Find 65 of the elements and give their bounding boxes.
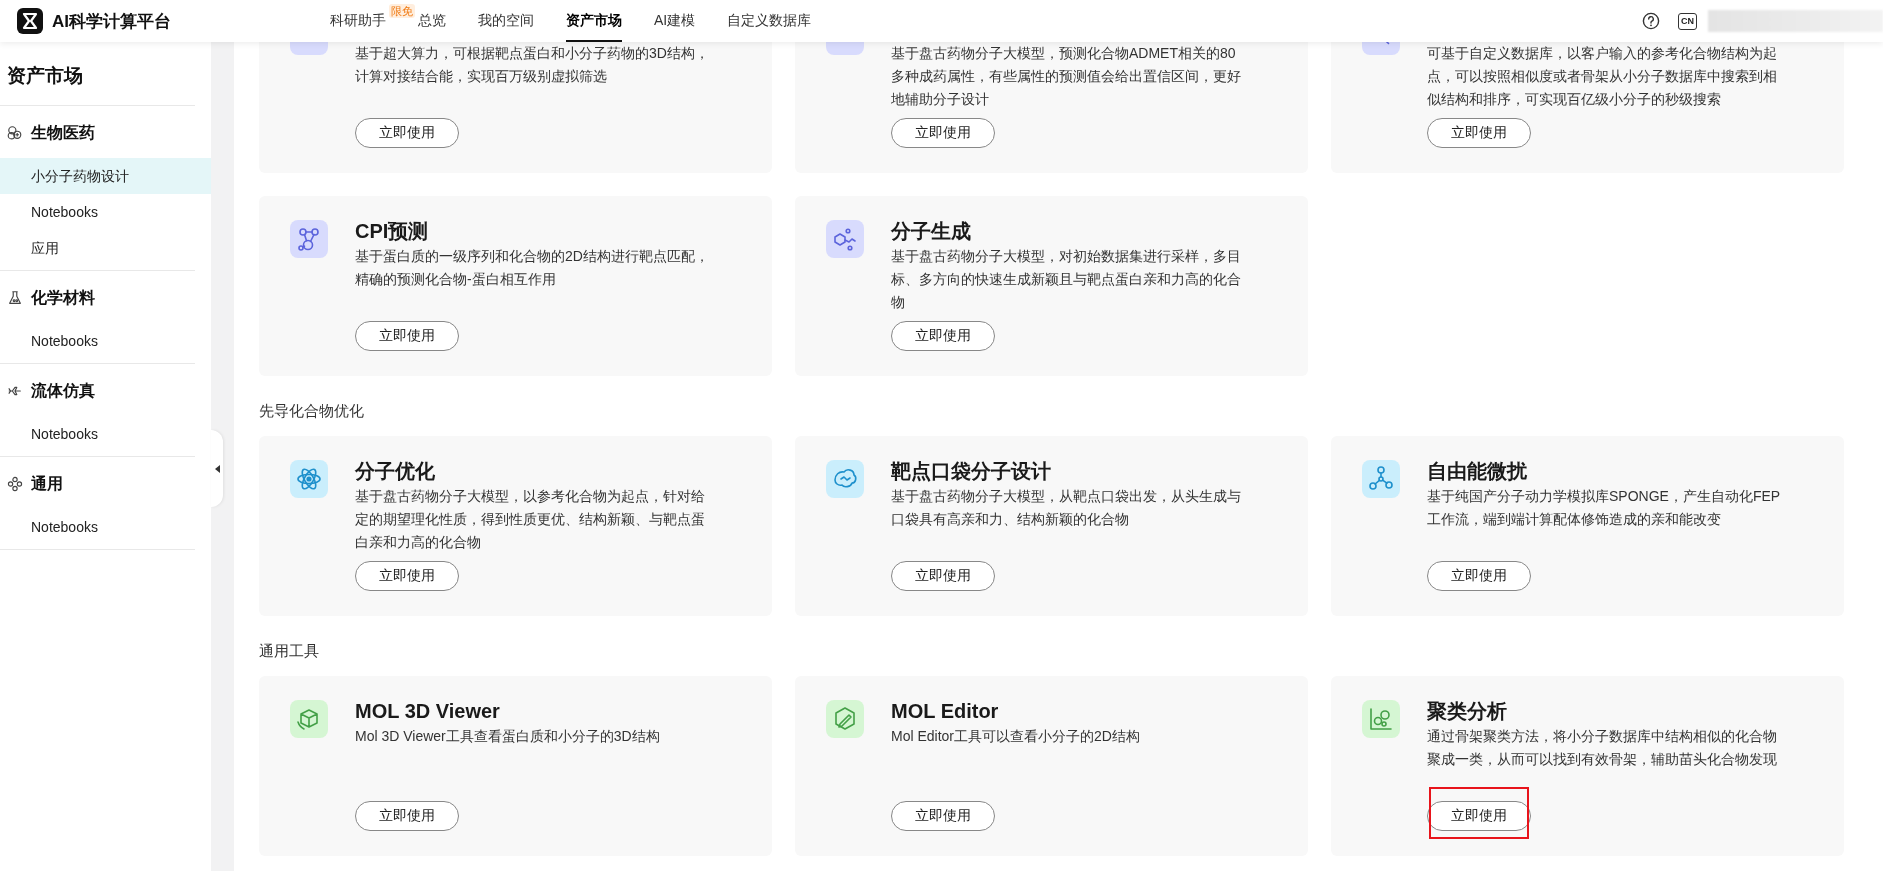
sidebar-item[interactable]: 应用	[0, 230, 211, 266]
card-title: 靶点口袋分子设计	[891, 459, 1052, 484]
nav-tab[interactable]: 我的空间	[478, 0, 534, 42]
chart-icon	[1362, 700, 1400, 738]
atom-icon	[290, 460, 328, 498]
use-now-button[interactable]: 立即使用	[355, 321, 459, 351]
section-heading: 通用工具	[259, 641, 320, 661]
platform-name[interactable]: AI科学计算平台	[52, 9, 171, 33]
use-now-button[interactable]: 立即使用	[1427, 118, 1531, 148]
sidebar-item[interactable]: Notebooks	[0, 194, 211, 230]
use-now-button[interactable]: 立即使用	[891, 118, 995, 148]
logo-icon[interactable]	[17, 8, 43, 34]
category-title: 通用	[31, 473, 63, 494]
card-description: 基于盘古药物分子大模型，以参考化合物为起点，针对给定的期望理化性质，得到性质更优、结构新颖、与靶点蛋白亲和力高的化合物	[355, 487, 706, 552]
molecule-icon	[290, 220, 328, 258]
card-description: 基于盘古药物分子大模型，预测化合物ADMET相关的80多种成药属性，有些属性的预测值会给出置信区间，更好地辅助分子设计	[891, 44, 1242, 109]
card-description: Mol 3D Viewer工具查看蛋白质和小分子的3D结构	[355, 727, 661, 746]
sidebar-title: 资产市场	[0, 42, 195, 106]
sidebar-item[interactable]: 小分子药物设计	[0, 158, 211, 194]
card-title: 自由能微扰	[1427, 459, 1528, 484]
nav-tab[interactable]: AI建模	[654, 0, 696, 42]
cube-icon	[290, 700, 328, 738]
nav-tab[interactable]: 自定义数据库	[727, 0, 812, 42]
card-description: 基于纯国产分子动力学模拟库SPONGE，产生自动化FEP工作流，端到端计算配体修饰造成的亲和能改变	[1427, 487, 1782, 529]
sidebar-item[interactable]: Notebooks	[0, 416, 211, 452]
card-description: 基于盘古药物分子大模型，对初始数据集进行采样，多目标、多方向的快速生成新颖且与靶点蛋白亲和力高的化合物	[891, 247, 1242, 312]
network-icon	[1362, 460, 1400, 498]
card-title: CPI预测	[355, 219, 430, 244]
category-title: 流体仿真	[31, 380, 95, 401]
use-now-button[interactable]: 立即使用	[891, 561, 995, 591]
caret-icon	[214, 464, 220, 473]
nodes-icon	[7, 476, 23, 492]
card-description: 基于蛋白质的一级序列和化合物的2D结构进行靶点匹配，精确的预测化合物-蛋白相互作用	[355, 247, 710, 289]
nav-tab[interactable]: 总览	[418, 0, 446, 42]
sidebar-item[interactable]: Notebooks	[0, 509, 211, 545]
card-description: 通过骨架聚类方法，将小分子数据库中结构相似的化合物聚成一类，从而可以找到有效骨架，辅助苗头化合物发现	[1427, 727, 1778, 769]
section-heading: 先导化合物优化	[259, 401, 365, 421]
molecule-icon	[826, 220, 864, 258]
sidebar-item[interactable]: Notebooks	[0, 323, 211, 359]
use-now-button[interactable]: 立即使用	[355, 118, 459, 148]
card-description: 基于超大算力，可根据靶点蛋白和小分子药物的3D结构，计算对接结合能，实现百万级别虚拟筛选	[355, 44, 710, 86]
card-title: MOL Editor	[891, 699, 1000, 724]
edit-icon	[826, 700, 864, 738]
use-now-button[interactable]: 立即使用	[355, 801, 459, 831]
use-now-button[interactable]: 立即使用	[891, 801, 995, 831]
category-title: 化学材料	[31, 287, 95, 308]
card-title: 分子生成	[891, 219, 972, 244]
card-title: 分子优化	[355, 459, 436, 484]
card-description: Mol Editor工具可以查看小分子的2D结构	[891, 727, 1141, 746]
card-description: 基于盘古药物分子大模型，从靶点口袋出发，从头生成与口袋具有高亲和力、结构新颖的化合物	[891, 487, 1242, 529]
collapse-handle[interactable]	[211, 430, 223, 507]
free-badge: 限免	[389, 4, 415, 18]
use-now-button[interactable]: 立即使用	[1427, 561, 1531, 591]
language-button[interactable]: CN	[1678, 12, 1697, 30]
cells-icon	[7, 125, 23, 141]
card-title: MOL 3D Viewer	[355, 699, 501, 724]
flask-icon	[7, 290, 23, 306]
cloud-icon	[826, 460, 864, 498]
use-now-button[interactable]: 立即使用	[1427, 801, 1531, 831]
card-description: 可基于自定义数据库，以客户输入的参考化合物结构为起点，可以按照相似度或者骨架从小分子数据库中搜索到相似结构和排序，可实现百亿级小分子的秒级搜索	[1427, 44, 1778, 109]
card-title: 聚类分析	[1427, 699, 1508, 724]
use-now-button[interactable]: 立即使用	[355, 561, 459, 591]
help-icon[interactable]	[1642, 12, 1660, 30]
use-now-button[interactable]: 立即使用	[891, 321, 995, 351]
category-title: 生物医药	[31, 122, 95, 143]
